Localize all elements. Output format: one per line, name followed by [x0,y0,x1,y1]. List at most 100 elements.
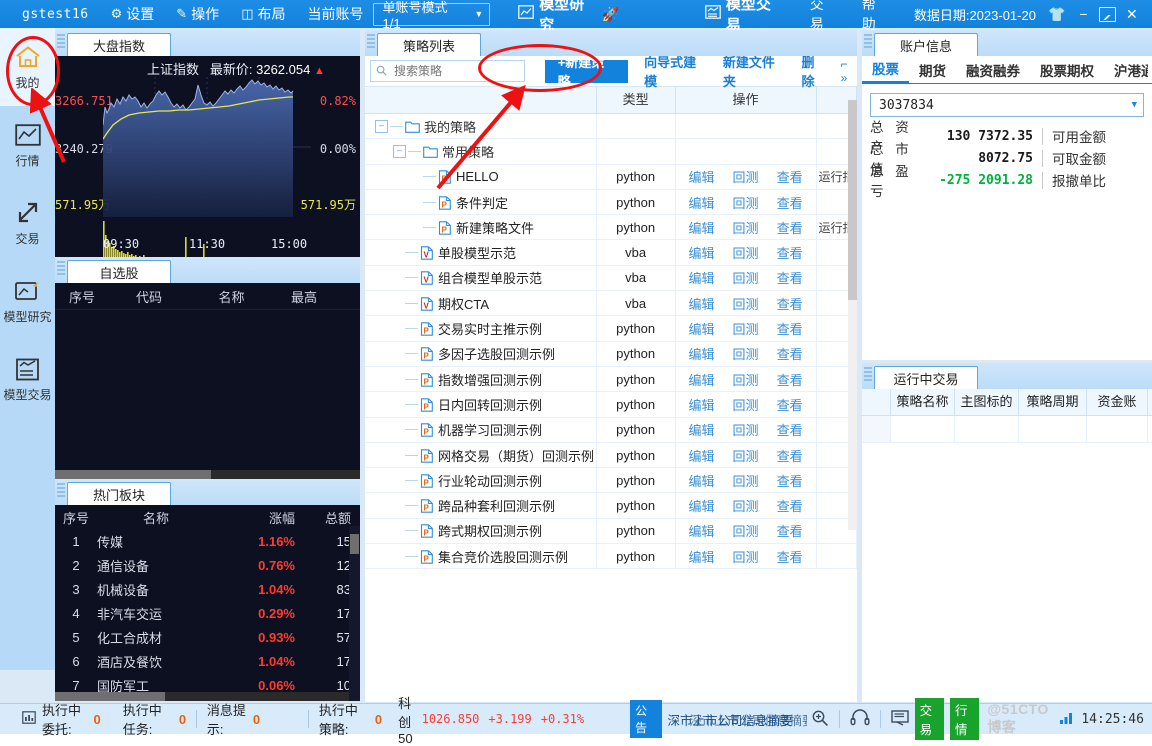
view-link[interactable]: 查看 [777,193,803,212]
edit-link[interactable]: 编辑 [689,395,715,414]
edit-link[interactable]: 编辑 [689,420,715,439]
tab-stock-options[interactable]: 股票期权 [1030,57,1104,83]
drag-grip-icon[interactable] [57,482,65,499]
hot-sectors-grid[interactable]: 序号 名称 涨幅 总额 1 传媒 1.16% 15 2 通信设备 0.76% 12 3 机械设… [55,505,360,701]
backtest-link[interactable]: 回测 [733,319,759,338]
table-row[interactable]: P HELLO python 编辑 回测 查看 运行指 [365,164,857,190]
edit-link[interactable]: 编辑 [689,193,715,212]
tab-hk-connect[interactable]: 沪港通 [1104,57,1148,83]
strategy-table-vscrollbar[interactable] [848,100,857,530]
edit-link[interactable]: 编辑 [689,547,715,566]
status-exec-orders[interactable]: 执行中委托: 0 [22,700,101,738]
tab-running-trades[interactable]: 运行中交易 [874,366,978,389]
status-notice[interactable]: 公告 深市上市公司信息摘要 深市上市公司信息摘要 [630,700,807,738]
status-exec-strategies[interactable]: 执行中策略: 0 [319,700,382,738]
table-row[interactable]: P 日内回转回测示例 python 编辑 回测 查看 [365,392,857,418]
tab-margin[interactable]: 融资融券 [956,57,1030,83]
backtest-link[interactable]: 回测 [733,167,759,186]
edit-link[interactable]: 编辑 [689,496,715,515]
table-row[interactable]: – 我的策略 [365,114,857,140]
table-row[interactable]: P 指数增强回测示例 python 编辑 回测 查看 [365,366,857,393]
drag-grip-icon[interactable] [57,260,65,277]
backtest-link[interactable]: 回测 [733,496,759,515]
maximize-button[interactable] [1096,1,1120,27]
table-row[interactable]: 6 酒店及餐饮 1.04% 17 [55,649,360,673]
close-button[interactable]: ✕ [1120,1,1144,27]
table-row[interactable]: P 跨式期权回测示例 python 编辑 回测 查看 [365,518,857,545]
tab-futures[interactable]: 期货 [909,57,956,83]
view-link[interactable]: 查看 [777,446,803,465]
strategy-name-cell[interactable]: – 我的策略 [365,114,597,139]
wizard-model-button[interactable]: 向导式建模 [644,52,707,90]
edit-link[interactable]: 编辑 [689,294,715,313]
table-row[interactable]: P 集合竞价选股回测示例 python 编辑 回测 查看 [365,544,857,570]
table-row[interactable]: P 行业轮动回测示例 python 编辑 回测 查看 [365,468,857,494]
backtest-link[interactable]: 回测 [733,243,759,262]
menu-current-account[interactable]: 当前账号 [307,4,363,24]
strategy-name-cell[interactable]: V 单股模型示范 [365,240,597,265]
strategy-name-cell[interactable]: P 交易实时主推示例 [365,316,597,341]
strategy-name-cell[interactable]: V 期权CTA [365,291,597,316]
view-link[interactable]: 查看 [777,395,803,414]
status-index-quote[interactable]: 科创50 1026.850 +3.199 +0.31% [398,693,584,746]
drag-grip-icon[interactable] [367,33,375,50]
index-intraday-chart[interactable]: 上证指数 最新价: 3262.054 ▲ 3266.751 3240.279 5… [55,56,360,257]
table-row[interactable]: – 常用策略 [365,139,857,165]
watchlist-grid[interactable]: 序号 代码 名称 最高 [55,283,360,479]
edit-link[interactable]: 编辑 [689,167,715,186]
edit-link[interactable]: 编辑 [689,218,715,237]
backtest-link[interactable]: 回测 [733,370,759,389]
backtest-link[interactable]: 回测 [733,344,759,363]
backtest-link[interactable]: 回测 [733,268,759,287]
backtest-link[interactable]: 回测 [733,395,759,414]
table-row[interactable]: 5 化工合成材 0.93% 57 [55,625,360,649]
zoom-in-button[interactable] [811,709,829,730]
tab-stock[interactable]: 股票 [862,55,909,84]
strategy-name-cell[interactable]: P HELLO [365,164,597,189]
table-row[interactable]: P 网格交易（期货）回测示例 python 编辑 回测 查看 [365,442,857,469]
sidebar-item-trade[interactable]: 交易 [0,184,55,262]
edit-link[interactable]: 编辑 [689,521,715,540]
drag-grip-icon[interactable] [864,33,872,50]
table-row[interactable]: 1 传媒 1.16% 15 [55,529,360,553]
monitor-button[interactable] [890,709,909,729]
sidebar-item-model-trade[interactable]: 模型交易 [0,340,55,418]
drag-grip-icon[interactable] [864,366,872,383]
view-link[interactable]: 查看 [777,294,803,313]
sidebar-item-quotes[interactable]: 行情 [0,106,55,184]
drag-grip-icon[interactable] [57,33,65,50]
backtest-link[interactable]: 回测 [733,193,759,212]
menu-settings[interactable]: ⚙ 设置 [111,4,155,24]
table-row[interactable] [862,416,1152,443]
view-link[interactable]: 查看 [777,370,803,389]
edit-link[interactable]: 编辑 [689,344,715,363]
edit-link[interactable]: 编辑 [689,268,715,287]
strategy-name-cell[interactable]: P 机器学习回测示例 [365,417,597,442]
table-row[interactable]: V 组合模型单股示范 vba 编辑 回测 查看 [365,265,857,292]
edit-link[interactable]: 编辑 [689,319,715,338]
strategy-name-cell[interactable]: P 指数增强回测示例 [365,366,597,392]
edit-link[interactable]: 编辑 [689,370,715,389]
view-link[interactable]: 查看 [777,471,803,490]
tab-market-index[interactable]: 大盘指数 [67,33,171,56]
search-input[interactable] [392,63,514,79]
table-row[interactable]: P 多因子选股回测示例 python 编辑 回测 查看 [365,341,857,367]
edit-link[interactable]: 编辑 [689,243,715,262]
backtest-link[interactable]: 回测 [733,218,759,237]
strategy-name-cell[interactable]: P 条件判定 [365,189,597,215]
view-link[interactable]: 查看 [777,496,803,515]
view-link[interactable]: 查看 [777,167,803,186]
status-exec-tasks[interactable]: 执行中任务: 0 [123,700,186,738]
watchlist-hscrollbar[interactable] [55,470,360,479]
strategy-name-cell[interactable]: P 日内回转回测示例 [365,392,597,417]
table-row[interactable]: V 期权CTA vba 编辑 回测 查看 [365,291,857,317]
strategy-name-cell[interactable]: V 组合模型单股示范 [365,265,597,291]
tab-strategy-list[interactable]: 策略列表 [377,33,481,56]
strategy-name-cell[interactable]: P 行业轮动回测示例 [365,468,597,493]
status-messages[interactable]: 消息提示: 0 [207,700,260,738]
delete-button[interactable]: 删除 [802,52,827,90]
menu-operate[interactable]: ✎ 操作 [176,4,219,24]
view-link[interactable]: 查看 [777,420,803,439]
table-row[interactable]: P 条件判定 python 编辑 回测 查看 [365,189,857,216]
menu-trade[interactable]: 交易 [810,0,836,34]
